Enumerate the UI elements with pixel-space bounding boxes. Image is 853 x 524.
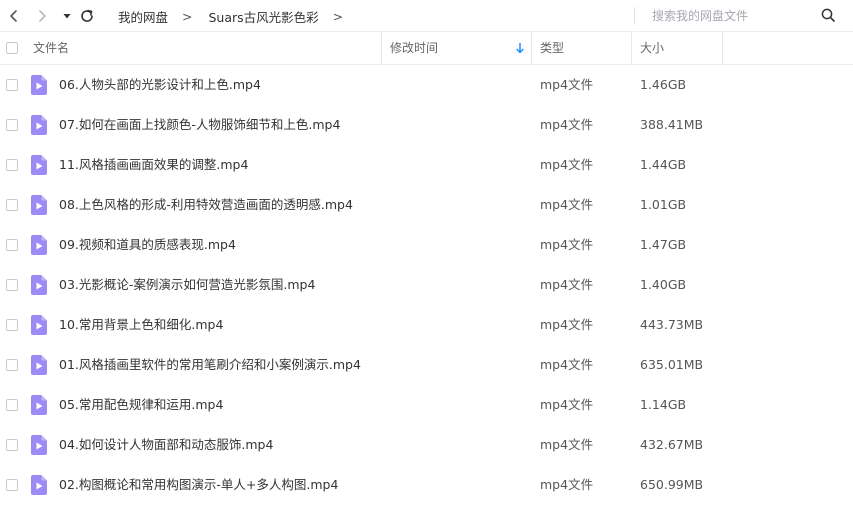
file-type: mp4文件 <box>540 197 594 212</box>
video-file-icon <box>31 75 47 95</box>
file-name[interactable]: 08.上色风格的形成-利用特效营造画面的透明感.mp4 <box>59 185 353 225</box>
file-row[interactable]: 09.视频和道具的质感表现.mp4 mp4文件 1.47GB <box>0 225 853 265</box>
file-type: mp4文件 <box>540 357 594 372</box>
video-file-icon <box>31 235 47 255</box>
column-resize-handle[interactable] <box>381 32 382 64</box>
toolbar-divider <box>634 7 635 25</box>
video-file-icon <box>31 395 47 415</box>
video-file-icon <box>31 115 47 135</box>
column-resize-handle[interactable] <box>722 32 723 64</box>
breadcrumb-item-root[interactable]: 我的网盘 <box>118 7 168 26</box>
video-file-icon <box>31 435 47 455</box>
video-file-icon <box>31 315 47 335</box>
history-dropdown-button[interactable] <box>59 8 75 24</box>
row-checkbox[interactable] <box>6 279 18 291</box>
file-size: 1.46GB <box>640 77 687 92</box>
file-type: mp4文件 <box>540 477 594 492</box>
column-header-size[interactable]: 大小 <box>640 32 664 64</box>
file-type: mp4文件 <box>540 277 594 292</box>
caret-down-icon <box>63 14 71 19</box>
file-size: 1.47GB <box>640 237 687 252</box>
search-button[interactable] <box>820 7 836 23</box>
file-row[interactable]: 01.风格插画里软件的常用笔刷介绍和小案例演示.mp4 mp4文件 635.01… <box>0 345 853 385</box>
row-checkbox[interactable] <box>6 479 18 491</box>
file-size: 1.01GB <box>640 197 687 212</box>
row-checkbox[interactable] <box>6 239 18 251</box>
file-type: mp4文件 <box>540 237 594 252</box>
file-type: mp4文件 <box>540 77 594 92</box>
chevron-left-icon <box>10 10 17 22</box>
refresh-icon <box>81 9 93 22</box>
file-name[interactable]: 04.如何设计人物面部和动态服饰.mp4 <box>59 425 273 465</box>
row-checkbox[interactable] <box>6 159 18 171</box>
file-size: 388.41MB <box>640 117 704 132</box>
search-input[interactable]: 搜索我的网盘文件 <box>652 7 748 24</box>
file-list: 06.人物头部的光影设计和上色.mp4 mp4文件 1.46GB 07.如何在画… <box>0 65 853 505</box>
column-header-name[interactable]: 文件名 <box>33 32 69 64</box>
file-name[interactable]: 01.风格插画里软件的常用笔刷介绍和小案例演示.mp4 <box>59 345 361 385</box>
file-name[interactable]: 02.构图概论和常用构图演示-单人+多人构图.mp4 <box>59 465 338 505</box>
file-row[interactable]: 03.光影概论-案例演示如何营造光影氛围.mp4 mp4文件 1.40GB <box>0 265 853 305</box>
file-size: 635.01MB <box>640 357 704 372</box>
file-type: mp4文件 <box>540 437 594 452</box>
video-file-icon <box>31 155 47 175</box>
column-header-modified[interactable]: 修改时间 <box>390 32 438 64</box>
video-file-icon <box>31 275 47 295</box>
video-file-icon <box>31 195 47 215</box>
file-row[interactable]: 05.常用配色规律和运用.mp4 mp4文件 1.14GB <box>0 385 853 425</box>
file-row[interactable]: 11.风格插画画面效果的调整.mp4 mp4文件 1.44GB <box>0 145 853 185</box>
row-checkbox[interactable] <box>6 439 18 451</box>
breadcrumb-item-current[interactable]: Suars古风光影色彩 <box>209 7 319 26</box>
file-row[interactable]: 08.上色风格的形成-利用特效营造画面的透明感.mp4 mp4文件 1.01GB <box>0 185 853 225</box>
back-button[interactable] <box>6 8 22 24</box>
chevron-right-icon <box>39 10 46 22</box>
file-row[interactable]: 07.如何在画面上找颜色-人物服饰细节和上色.mp4 mp4文件 388.41M… <box>0 105 853 145</box>
file-size: 1.14GB <box>640 397 687 412</box>
file-name[interactable]: 10.常用背景上色和细化.mp4 <box>59 305 223 345</box>
file-list-header: 文件名 修改时间 类型 大小 <box>0 32 853 65</box>
file-name[interactable]: 06.人物头部的光影设计和上色.mp4 <box>59 65 261 105</box>
file-name[interactable]: 03.光影概论-案例演示如何营造光影氛围.mp4 <box>59 265 315 305</box>
refresh-button[interactable] <box>79 8 95 24</box>
breadcrumb: 我的网盘 > Suars古风光影色彩 > <box>118 7 359 25</box>
file-type: mp4文件 <box>540 317 594 332</box>
select-all-checkbox[interactable] <box>6 42 18 54</box>
video-file-icon <box>31 355 47 375</box>
row-checkbox[interactable] <box>6 359 18 371</box>
file-size: 650.99MB <box>640 477 704 492</box>
file-size: 443.73MB <box>640 317 704 332</box>
forward-button[interactable] <box>34 8 50 24</box>
file-size: 1.44GB <box>640 157 687 172</box>
row-checkbox[interactable] <box>6 79 18 91</box>
column-resize-handle[interactable] <box>631 32 632 64</box>
file-type: mp4文件 <box>540 397 594 412</box>
file-name[interactable]: 09.视频和道具的质感表现.mp4 <box>59 225 236 265</box>
search-icon <box>821 8 835 22</box>
file-row[interactable]: 02.构图概论和常用构图演示-单人+多人构图.mp4 mp4文件 650.99M… <box>0 465 853 505</box>
row-checkbox[interactable] <box>6 319 18 331</box>
file-name[interactable]: 11.风格插画画面效果的调整.mp4 <box>59 145 248 185</box>
breadcrumb-separator: > <box>182 8 193 24</box>
file-type: mp4文件 <box>540 157 594 172</box>
sort-arrow-down-icon[interactable] <box>515 42 525 54</box>
file-name[interactable]: 05.常用配色规律和运用.mp4 <box>59 385 223 425</box>
file-size: 1.40GB <box>640 277 687 292</box>
file-row[interactable]: 10.常用背景上色和细化.mp4 mp4文件 443.73MB <box>0 305 853 345</box>
toolbar: 我的网盘 > Suars古风光影色彩 > 搜索我的网盘文件 <box>0 0 853 32</box>
file-row[interactable]: 06.人物头部的光影设计和上色.mp4 mp4文件 1.46GB <box>0 65 853 105</box>
row-checkbox[interactable] <box>6 399 18 411</box>
file-name[interactable]: 07.如何在画面上找颜色-人物服饰细节和上色.mp4 <box>59 105 340 145</box>
column-resize-handle[interactable] <box>531 32 532 64</box>
video-file-icon <box>31 475 47 495</box>
breadcrumb-separator[interactable]: > <box>333 9 343 24</box>
file-type: mp4文件 <box>540 117 594 132</box>
row-checkbox[interactable] <box>6 199 18 211</box>
file-row[interactable]: 04.如何设计人物面部和动态服饰.mp4 mp4文件 432.67MB <box>0 425 853 465</box>
file-size: 432.67MB <box>640 437 704 452</box>
column-header-type[interactable]: 类型 <box>540 32 564 64</box>
row-checkbox[interactable] <box>6 119 18 131</box>
